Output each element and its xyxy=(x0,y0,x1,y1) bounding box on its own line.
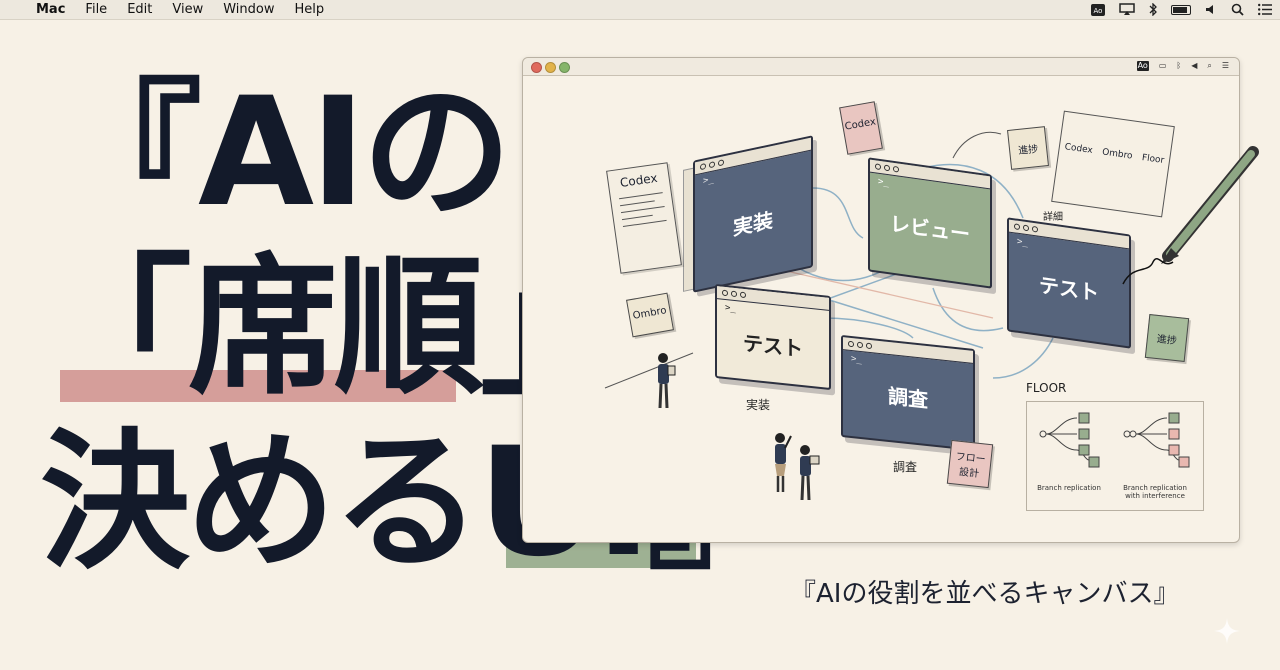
note-ombro[interactable]: Ombro xyxy=(626,292,674,338)
note-codex-text: Codex xyxy=(844,116,877,133)
panel-review[interactable]: >_ レビュー xyxy=(868,157,992,289)
app-window: Ao ▭ ᛒ ◀ ⌕ ☰ >_ 実装 >_ レビュー >_ テスト >_ テスト… xyxy=(522,57,1259,543)
headline-line-3-text: 決める xyxy=(40,416,482,590)
note-progress-right[interactable]: 進捗 xyxy=(1144,314,1190,362)
panel-test-center-prompt: >_ xyxy=(725,302,736,315)
note-flow-design[interactable]: フロー 設計 xyxy=(946,439,994,489)
control-center-icon[interactable] xyxy=(1258,3,1272,16)
note-progress-right-text: 進捗 xyxy=(1156,333,1178,348)
caption-impl: 実装 xyxy=(746,398,771,412)
panel-impl[interactable]: >_ 実装 xyxy=(693,135,813,293)
headline-line-1: 『AIの xyxy=(52,66,512,240)
search-icon[interactable] xyxy=(1231,3,1244,16)
panel-test-center-label: テスト xyxy=(743,330,803,362)
panel-research-prompt: >_ xyxy=(851,354,862,366)
floor-caption-right: Branch replication with interference xyxy=(1123,484,1187,500)
menu-app-name[interactable]: Mac xyxy=(34,2,75,17)
status-area: Ao xyxy=(1091,0,1272,19)
note-flow-design-text: フロー 設計 xyxy=(955,451,987,480)
flow-item-codex: Codex xyxy=(1063,142,1094,156)
subtitle: 『AIの役割を並べるキャンバス』 xyxy=(790,579,1180,609)
menubar: Mac File Edit View Window Help Ao xyxy=(0,0,1280,20)
person-figure-man xyxy=(800,445,820,501)
floor-diagram[interactable]: Branch replication Branch replication wi… xyxy=(1026,401,1204,511)
menu-help[interactable]: Help xyxy=(285,2,335,17)
note-ombro-text: Ombro xyxy=(632,305,668,322)
volume-icon[interactable] xyxy=(1205,3,1217,16)
panel-research-label: 調査 xyxy=(888,383,928,413)
pencil-icon xyxy=(1122,146,1259,285)
sparkle-icon xyxy=(1214,618,1240,644)
panel-test-right-label: テスト xyxy=(1039,272,1099,306)
detail-label: 詳細 xyxy=(1043,212,1063,223)
document-lines xyxy=(619,192,667,228)
floor-caption-left: Branch replication xyxy=(1037,484,1101,492)
panel-impl-label: 実装 xyxy=(733,207,773,241)
airplay-icon[interactable] xyxy=(1119,3,1135,16)
menu-view[interactable]: View xyxy=(162,2,213,17)
panel-impl-prompt: >_ xyxy=(703,174,714,187)
person-figure-woman xyxy=(775,433,792,492)
note-progress-top-text: 進捗 xyxy=(1017,143,1039,158)
floor-title: FLOOR xyxy=(1026,381,1067,395)
caption-research: 調査 xyxy=(893,460,918,474)
codex-document-title: Codex xyxy=(619,170,659,190)
battery-icon[interactable] xyxy=(1171,4,1191,15)
person-figure-left xyxy=(658,353,676,409)
panel-review-prompt: >_ xyxy=(878,176,889,189)
panel-research[interactable]: >_ 調査 xyxy=(841,334,975,452)
panel-test-center[interactable]: >_ テスト xyxy=(715,283,831,391)
bluetooth-icon[interactable] xyxy=(1149,3,1157,16)
panel-test-right-prompt: >_ xyxy=(1017,236,1028,249)
menu-window[interactable]: Window xyxy=(213,2,284,17)
menu-file[interactable]: File xyxy=(75,2,117,17)
note-progress-top[interactable]: 進捗 xyxy=(1007,126,1049,170)
ao-input-icon[interactable]: Ao xyxy=(1091,3,1105,16)
panel-review-label: レビュー xyxy=(890,211,970,247)
menu-edit[interactable]: Edit xyxy=(117,2,162,17)
floor-branch-diagram xyxy=(1039,412,1190,468)
